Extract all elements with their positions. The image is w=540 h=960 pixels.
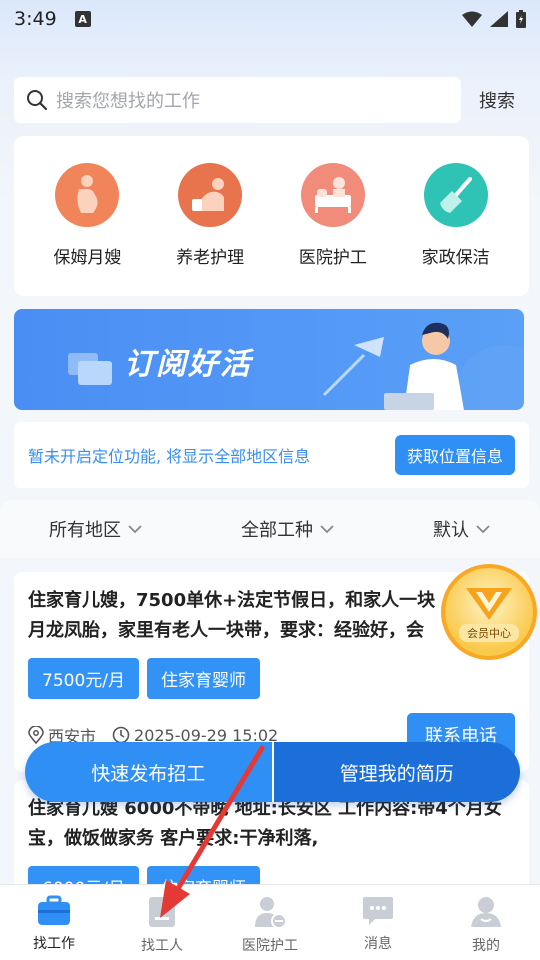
tab-label: 消息: [364, 936, 392, 952]
location-notice: 暂未开启定位功能, 将显示全部地区信息 获取位置信息: [14, 422, 529, 488]
nurse-icon: [255, 897, 287, 929]
tab-find-worker[interactable]: 找工人: [108, 885, 216, 960]
filter-sort[interactable]: 默认: [433, 516, 491, 542]
elderly-care-icon: [178, 163, 243, 227]
status-time: 3:49: [14, 8, 57, 30]
worker-card-icon: [149, 897, 175, 927]
category-label: 家政保洁: [421, 248, 490, 268]
floating-action-bar: 快速发布招工 管理我的简历: [25, 742, 520, 802]
category-elderly-care[interactable]: 养老护理: [155, 136, 265, 296]
hospital-bed-icon: [300, 163, 365, 227]
subscribe-banner[interactable]: 订阅好活: [14, 309, 524, 410]
cards-icon: [68, 353, 112, 385]
category-label: 养老护理: [176, 248, 245, 268]
job-tags: 7500元/月 住家育婴师: [28, 658, 515, 699]
filter-job-type[interactable]: 全部工种: [241, 516, 335, 542]
chevron-down-icon: [476, 525, 490, 534]
bottom-tab-bar: 找工作 找工人 医院护工 消息 我的: [0, 884, 540, 960]
banner-title: 订阅好活: [124, 347, 252, 382]
briefcase-icon: [38, 895, 70, 925]
get-location-button[interactable]: 获取位置信息: [394, 435, 515, 475]
member-center-label: 会员中心: [459, 624, 519, 642]
manage-resume-button[interactable]: 管理我的简历: [271, 742, 520, 802]
tab-profile[interactable]: 我的: [432, 885, 540, 960]
tab-label: 找工人: [141, 938, 183, 954]
tab-find-job[interactable]: 找工作: [0, 885, 108, 960]
user-icon: [471, 897, 501, 927]
post-job-button[interactable]: 快速发布招工: [25, 742, 272, 802]
search-input[interactable]: 搜索您想找的工作: [14, 77, 461, 123]
search-icon: [27, 90, 48, 111]
filter-label: 所有地区: [49, 520, 121, 541]
tab-label: 找工作: [33, 936, 75, 952]
filter-label: 全部工种: [241, 520, 313, 541]
location-pin-icon: [28, 726, 44, 744]
location-message: 暂未开启定位功能, 将显示全部地区信息: [28, 447, 311, 466]
status-icons: [462, 10, 526, 28]
notification-icon: A: [74, 11, 91, 27]
office-worker-illustration: [322, 322, 524, 410]
wifi-icon: [462, 11, 482, 27]
chat-icon: [363, 897, 393, 925]
filter-bar: 所有地区 全部工种 默认: [0, 500, 540, 558]
search-button[interactable]: 搜索: [468, 87, 526, 113]
search-row: 搜索您想找的工作 搜索: [14, 77, 526, 123]
category-hospital-care[interactable]: 医院护工: [278, 136, 388, 296]
signal-icon: [490, 11, 508, 27]
chevron-down-icon: [320, 525, 334, 534]
battery-icon: [516, 10, 526, 28]
salary-tag: 7500元/月: [28, 658, 139, 699]
job-title-line: 宝，做饭做家务 客户要求:干净利落,: [28, 828, 319, 849]
filter-label: 默认: [433, 520, 469, 541]
category-label: 保姆月嫂: [53, 248, 122, 268]
pregnant-woman-icon: [55, 163, 120, 227]
tab-label: 我的: [472, 938, 500, 954]
category-nanny[interactable]: 保姆月嫂: [32, 136, 142, 296]
job-type-tag: 住家育婴师: [147, 658, 260, 699]
tab-label: 医院护工: [242, 938, 298, 954]
filter-region[interactable]: 所有地区: [49, 516, 143, 542]
broom-icon: [423, 163, 488, 227]
tab-messages[interactable]: 消息: [324, 885, 432, 960]
vip-crown-icon: [466, 588, 512, 620]
tab-hospital-care[interactable]: 医院护工: [216, 885, 324, 960]
status-bar: 3:49 A: [0, 0, 540, 38]
member-center-badge[interactable]: 会员中心: [441, 564, 537, 660]
chevron-down-icon: [128, 525, 142, 534]
category-housekeeping[interactable]: 家政保洁: [401, 136, 511, 296]
category-label: 医院护工: [298, 248, 367, 268]
category-card: 保姆月嫂 养老护理 医院护工 家政保洁: [14, 136, 529, 296]
search-placeholder: 搜索您想找的工作: [56, 91, 200, 112]
